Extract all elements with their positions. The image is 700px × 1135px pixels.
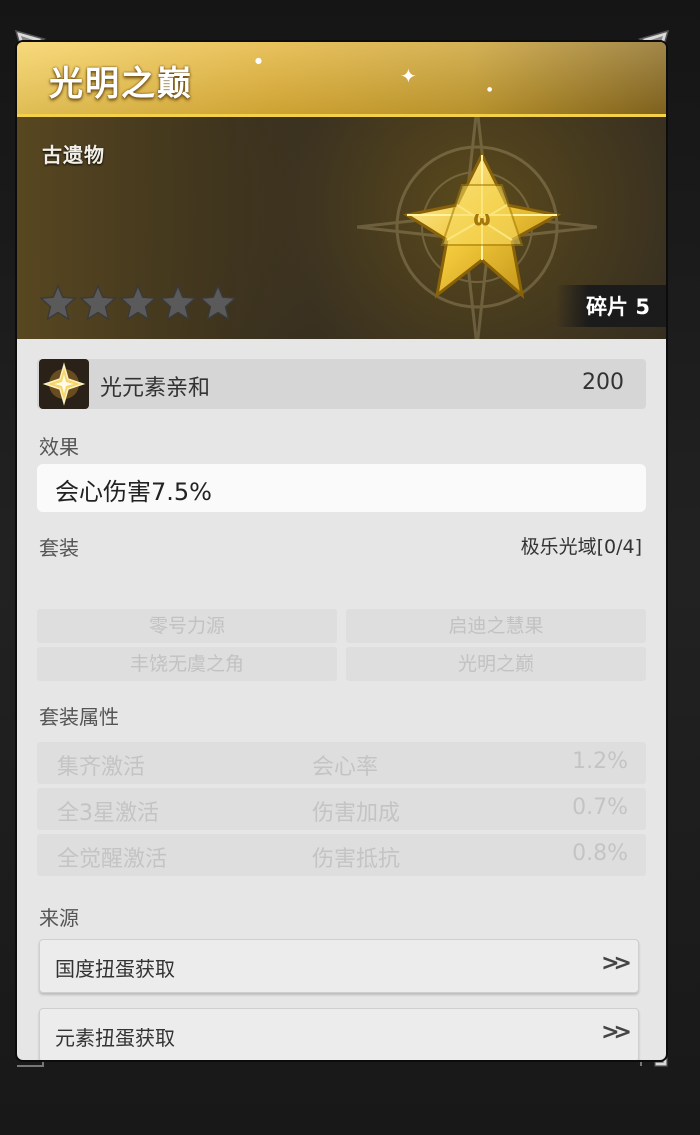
star-icon — [199, 283, 237, 321]
set-piece: 丰饶无虞之角 — [37, 647, 337, 681]
attribute-condition: 全觉醒激活 — [57, 847, 168, 872]
set-attribute-row: 全觉醒激活 伤害抵抗 0.8% — [37, 834, 646, 876]
source-gacha-realm-button[interactable]: 国度扭蛋获取 >> — [39, 939, 639, 993]
shard-count: 碎片 5 — [556, 285, 666, 327]
main-stat-value: 200 — [582, 370, 624, 395]
main-stat-row: 光元素亲和 200 — [37, 359, 646, 409]
sparkle-icon: ● — [487, 86, 493, 93]
effect-text: 会心伤害7.5% — [55, 478, 212, 506]
star-rating — [39, 283, 237, 321]
set-piece: 启迪之慧果 — [346, 609, 646, 643]
main-stat-label: 光元素亲和 — [100, 376, 211, 401]
double-chevron-right-icon: >> — [601, 1020, 632, 1045]
attribute-value: 0.8% — [572, 841, 628, 866]
effect-box: 会心伤害7.5% — [37, 464, 646, 512]
set-name: 极乐光域[0/4] — [520, 536, 642, 558]
attribute-value: 1.2% — [572, 749, 628, 774]
attribute-condition: 集齐激活 — [57, 755, 146, 780]
attribute-name: 伤害抵抗 — [312, 847, 401, 872]
attribute-name: 会心率 — [312, 755, 379, 780]
star-icon — [79, 283, 117, 321]
attribute-value: 0.7% — [572, 795, 628, 820]
item-hero: 古遗物 ω 碎片 5 — [17, 117, 666, 339]
attribute-name: 伤害加成 — [312, 801, 401, 826]
sparkle-icon: ● — [255, 56, 262, 65]
source-label: 国度扭蛋获取 — [55, 957, 175, 981]
rarity-label: 古遗物 — [42, 143, 105, 167]
source-gacha-element-button[interactable]: 元素扭蛋获取 >> — [39, 1008, 639, 1060]
svg-text:ω: ω — [473, 206, 490, 230]
relic-star-tetrahedron-icon: ω — [403, 151, 562, 299]
star-icon — [159, 283, 197, 321]
source-label: 元素扭蛋获取 — [55, 1026, 175, 1050]
effect-heading: 效果 — [39, 435, 79, 459]
set-attribute-row: 集齐激活 会心率 1.2% — [37, 742, 646, 784]
item-name: 光明之巅 — [49, 64, 193, 104]
set-attribute-row: 全3星激活 伤害加成 0.7% — [37, 788, 646, 830]
light-element-icon — [39, 359, 89, 409]
set-heading: 套装 — [39, 536, 79, 560]
double-chevron-right-icon: >> — [601, 951, 632, 976]
attribute-condition: 全3星激活 — [57, 801, 159, 826]
set-piece: 光明之巅 — [346, 647, 646, 681]
star-icon — [119, 283, 157, 321]
star-icon — [39, 283, 77, 321]
title-bar: 光明之巅 ✦ ● ● — [17, 42, 666, 117]
item-detail-card: 光明之巅 ✦ ● ● 古遗物 ω 碎片 5 光元素亲和 200 效果 会心伤害7… — [17, 42, 666, 1060]
set-attributes-heading: 套装属性 — [39, 705, 119, 729]
screen: 光明之巅 ✦ ● ● 古遗物 ω 碎片 5 光元素亲和 200 效果 会心伤害7… — [0, 0, 700, 1135]
source-heading: 来源 — [39, 906, 79, 930]
set-piece: 零号力源 — [37, 609, 337, 643]
sparkle-icon: ✦ — [400, 64, 417, 88]
